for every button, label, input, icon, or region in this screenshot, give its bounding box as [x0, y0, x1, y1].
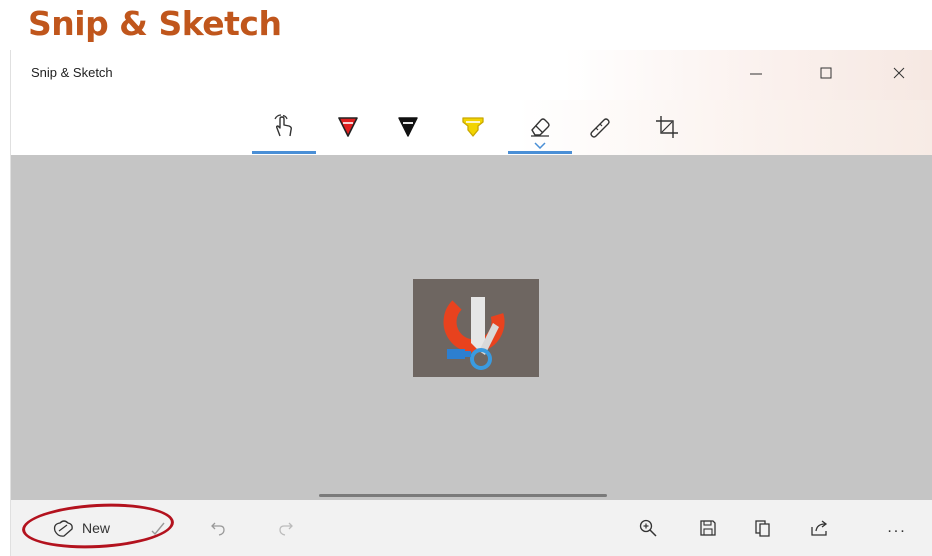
bottom-command-bar: New ... — [11, 500, 932, 556]
redo-button[interactable] — [269, 511, 303, 545]
highlighter-tool[interactable] — [441, 108, 505, 154]
minimize-icon — [750, 73, 762, 75]
maximize-icon — [820, 67, 832, 79]
window-title: Snip & Sketch — [31, 65, 113, 80]
minimize-button[interactable] — [736, 58, 776, 88]
ballpoint-pen-icon — [338, 117, 358, 137]
title-bar[interactable]: Snip & Sketch — [11, 50, 932, 100]
apply-button[interactable] — [141, 511, 175, 545]
new-snip-button[interactable]: New — [20, 500, 176, 552]
horizontal-scrollbar[interactable] — [319, 494, 607, 497]
undo-button[interactable] — [201, 511, 235, 545]
undo-icon — [211, 522, 225, 536]
touch-writing-icon — [274, 114, 292, 137]
redo-icon — [279, 522, 293, 536]
snip-image[interactable] — [413, 279, 539, 377]
snip-and-sketch-logo — [443, 297, 505, 370]
more-icon: ... — [887, 519, 907, 536]
pencil-icon — [398, 117, 418, 137]
active-tool-indicator — [252, 151, 316, 154]
slide-caption: Snip & Sketch — [28, 4, 282, 43]
crop-icon — [656, 116, 678, 138]
new-snip-label: New — [81, 520, 110, 536]
ballpoint-pen-tool[interactable] — [316, 108, 380, 154]
chevron-down-icon — [534, 142, 546, 149]
copy-button[interactable] — [746, 511, 780, 545]
close-icon — [893, 67, 905, 79]
zoom-in-button[interactable] — [631, 511, 665, 545]
save-icon — [700, 520, 716, 536]
ruler-tool[interactable] — [569, 108, 633, 154]
pencil-tool[interactable] — [376, 108, 440, 154]
highlighter-icon — [462, 117, 484, 137]
close-button[interactable] — [879, 58, 919, 88]
active-tool-indicator — [508, 151, 572, 154]
maximize-button[interactable] — [806, 58, 846, 88]
zoom-in-icon — [639, 519, 657, 537]
copy-icon — [755, 520, 770, 537]
eraser-icon — [531, 118, 550, 137]
more-options-button[interactable]: ... — [877, 511, 917, 545]
ruler-icon — [590, 118, 610, 138]
share-button[interactable] — [803, 511, 837, 545]
save-button[interactable] — [691, 511, 725, 545]
page: Snip & Sketch Snip & Sketch New ... — [0, 0, 932, 556]
share-icon — [811, 520, 828, 536]
app-window: Snip & Sketch New ... — [10, 50, 932, 556]
crop-tool[interactable] — [635, 108, 699, 154]
check-icon — [151, 522, 165, 536]
snip-canvas[interactable] — [11, 155, 932, 501]
touch-writing-tool[interactable] — [252, 108, 316, 154]
new-snip-icon — [53, 520, 73, 537]
eraser-tool[interactable] — [508, 108, 572, 154]
